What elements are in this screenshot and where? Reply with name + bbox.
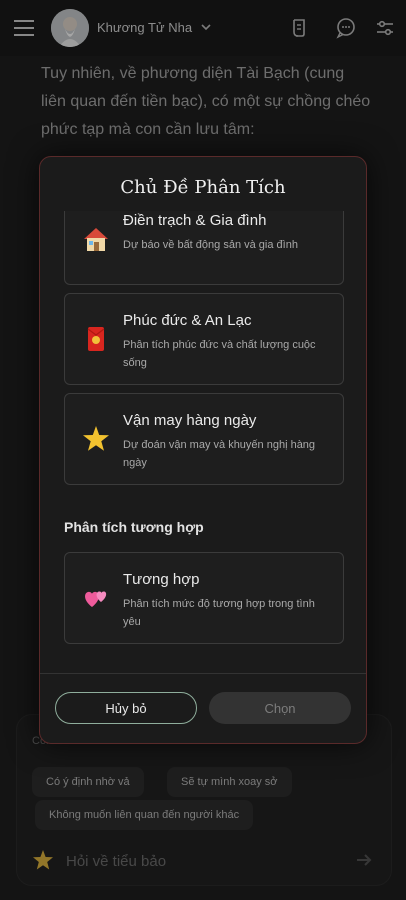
topic-name: Tương hợp [123,571,200,588]
cancel-button[interactable]: Hủy bỏ [55,692,197,724]
section-heading-compatibility: Phân tích tương hợp [64,519,204,535]
topic-description: Dự báo về bất động sản và gia đình [123,239,298,251]
star-icon [83,426,109,451]
modal-footer: Hủy bỏ Chọn [40,673,366,743]
topic-card-dien-trach[interactable]: Điền trạch & Gia đình Dự báo về bất động… [64,211,344,285]
topic-card-phuc-duc[interactable]: Phúc đức & An Lạc Phân tích phúc đức và … [64,293,344,385]
topic-list[interactable]: Điền trạch & Gia đình Dự báo về bất động… [40,211,366,673]
topic-name: Điền trạch & Gia đình [123,212,267,229]
hearts-icon [85,591,107,607]
topic-description: Phân tích phúc đức và chất lượng cuộc số… [123,339,316,369]
house-icon [84,228,108,251]
topic-name: Phúc đức & An Lạc [123,312,252,329]
topic-description: Dự đoán vận may và khuyến nghị hàng ngày [123,439,316,469]
choose-button[interactable]: Chọn [209,692,351,724]
topic-name: Vận may hàng ngày [123,412,257,429]
red-envelope-icon [87,327,105,351]
modal-title: Chủ Đề Phân Tích [120,177,286,198]
topic-card-van-may[interactable]: Vận may hàng ngày Dự đoán vận may và khu… [64,393,344,485]
topic-description: Phân tích mức độ tương hợp trong tình yê… [123,598,315,628]
topic-card-tuong-hop[interactable]: Tương hợp Phân tích mức độ tương hợp tro… [64,552,344,644]
topic-picker-modal: Chủ Đề Phân Tích Điền trạch & Gia đình D… [39,156,367,744]
